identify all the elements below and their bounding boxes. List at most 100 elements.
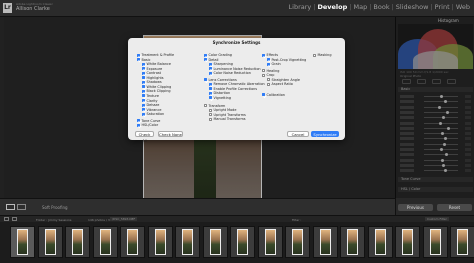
checkbox-straighten-angle[interactable]: Straighten Angle: [267, 78, 300, 82]
checkbox-box[interactable]: [142, 94, 145, 98]
module-map[interactable]: Map: [353, 3, 367, 11]
filmstrip-thumbnail[interactable]: [230, 226, 255, 258]
checkbox-box[interactable]: [209, 91, 212, 95]
filmstrip-thumbnail[interactable]: [367, 226, 393, 258]
checkbox-crop[interactable]: Crop: [262, 73, 274, 77]
filmstrip-thumbnail[interactable]: [37, 226, 63, 258]
checkbox-box[interactable]: [262, 53, 265, 57]
loupe-view-icon[interactable]: [6, 204, 15, 210]
checkbox-box[interactable]: [137, 119, 140, 123]
checkbox-luminance-noise-reduction[interactable]: Luminance Noise Reduction: [209, 67, 261, 71]
checkbox-box[interactable]: [204, 78, 207, 82]
checkbox-tone-curve[interactable]: Tone Curve: [137, 119, 160, 123]
filmstrip-thumbnail[interactable]: [10, 226, 35, 258]
checkbox-box[interactable]: [204, 58, 207, 62]
checkbox-clarity[interactable]: Clarity: [142, 99, 158, 103]
check-all-button[interactable]: Check All: [135, 131, 154, 143]
filmstrip-thumbnail[interactable]: [147, 226, 173, 258]
checkbox-post-crop-vignetting[interactable]: Post-Crop Vignetting: [267, 58, 306, 62]
checkbox-box[interactable]: [209, 113, 212, 117]
checkbox-box[interactable]: [209, 87, 212, 91]
checkbox-box[interactable]: [209, 82, 212, 86]
checkbox-hsl-color[interactable]: HSL/Color: [137, 123, 158, 127]
grid-icon[interactable]: [12, 217, 17, 221]
checkbox-box[interactable]: [142, 112, 145, 116]
checkbox-box[interactable]: [137, 53, 140, 57]
filmstrip-thumbnail[interactable]: [312, 226, 338, 258]
checkbox-treatment-profile[interactable]: Treatment & Profile: [137, 53, 174, 57]
checkbox-upright-mode[interactable]: Upright Mode: [209, 108, 236, 112]
module-develop[interactable]: Develop: [317, 3, 347, 11]
checkbox-box[interactable]: [313, 53, 316, 57]
checkbox-box[interactable]: [142, 67, 145, 71]
reset-button[interactable]: Reset: [437, 204, 472, 211]
checkbox-box[interactable]: [142, 89, 145, 93]
filmstrip-thumbnail[interactable]: [120, 226, 145, 258]
checkbox-box[interactable]: [142, 85, 145, 89]
checkbox-box[interactable]: [209, 62, 212, 66]
checkbox-box[interactable]: [142, 99, 145, 102]
checkbox-texture[interactable]: Texture: [142, 94, 159, 98]
checkbox-vibrance[interactable]: Vibrance: [142, 108, 161, 112]
checkbox-manual-transforms[interactable]: Manual Transforms: [209, 117, 246, 121]
checkbox-box[interactable]: [209, 117, 212, 121]
checkbox-detail[interactable]: Detail: [204, 58, 219, 62]
module-slideshow[interactable]: Slideshow: [396, 3, 429, 11]
checkbox-remove-chromatic-aberration[interactable]: Remove Chromatic Aberration: [209, 82, 265, 86]
checkbox-aspect-ratio[interactable]: Aspect Ratio: [267, 82, 293, 86]
checkbox-color-grading[interactable]: Color Grading: [204, 53, 232, 57]
checkbox-basic[interactable]: Basic: [137, 58, 150, 62]
checkbox-box[interactable]: [142, 103, 145, 107]
checkbox-distortion[interactable]: Distortion: [209, 91, 230, 95]
previous-button[interactable]: Previous: [398, 204, 433, 211]
checkbox-sharpening[interactable]: Sharpening: [209, 62, 233, 66]
checkbox-effects[interactable]: Effects: [262, 53, 278, 57]
checkbox-box[interactable]: [267, 62, 270, 66]
checkbox-box[interactable]: [204, 53, 207, 57]
checkbox-box[interactable]: [267, 78, 270, 82]
filmstrip-thumbnail[interactable]: [175, 226, 200, 258]
before-after-icon[interactable]: [17, 204, 26, 210]
checkbox-box[interactable]: [209, 71, 212, 75]
checkbox-box[interactable]: [262, 93, 265, 97]
checkbox-box[interactable]: [142, 108, 145, 112]
checkbox-box[interactable]: [137, 123, 140, 127]
checkbox-transform[interactable]: Transform: [204, 104, 225, 108]
checkbox-black-clipping[interactable]: Black Clipping: [142, 89, 171, 93]
check-none-button[interactable]: Check None: [158, 131, 183, 137]
module-book[interactable]: Book: [373, 3, 389, 11]
checkbox-color-noise-reduction[interactable]: Color Noise Reduction: [209, 71, 251, 75]
checkbox-box[interactable]: [137, 58, 140, 62]
checkbox-exposure[interactable]: Exposure: [142, 67, 162, 71]
checkbox-vignetting[interactable]: Vignetting: [209, 96, 231, 100]
checkbox-saturation[interactable]: Saturation: [142, 112, 164, 116]
filmstrip-thumbnail[interactable]: [257, 226, 283, 258]
checkbox-highlights[interactable]: Highlights: [142, 76, 164, 80]
checkbox-calibration[interactable]: Calibration: [262, 93, 285, 97]
checkbox-dehaze[interactable]: Dehaze: [142, 103, 159, 107]
module-library[interactable]: Library: [289, 3, 312, 11]
filmstrip-thumbnail[interactable]: [422, 226, 448, 258]
filmstrip-thumbnail[interactable]: [285, 226, 310, 258]
checkbox-box[interactable]: [209, 96, 212, 100]
checkbox-healing[interactable]: Healing: [262, 69, 279, 73]
checkbox-box[interactable]: [209, 67, 212, 71]
filmstrip-thumbnail[interactable]: [450, 226, 474, 258]
synchronize-button[interactable]: Synchronize: [311, 131, 339, 137]
filmstrip-thumbnail[interactable]: [395, 226, 420, 258]
checkbox-box[interactable]: [142, 62, 145, 66]
checkbox-white-balance[interactable]: White Balance: [142, 62, 171, 66]
filter-select[interactable]: Custom Filter: [425, 217, 449, 221]
second-window-icon[interactable]: [4, 217, 9, 221]
checkbox-box[interactable]: [209, 108, 212, 112]
checkbox-box[interactable]: [142, 71, 145, 75]
checkbox-box[interactable]: [142, 80, 145, 84]
checkbox-shadows[interactable]: Shadows: [142, 80, 162, 84]
checkbox-upright-transforms[interactable]: Upright Transforms: [209, 113, 246, 117]
checkbox-box[interactable]: [142, 76, 145, 80]
module-web[interactable]: Web: [456, 3, 470, 11]
filmstrip-thumbnail[interactable]: [340, 226, 365, 258]
soft-proofing-label[interactable]: Soft Proofing: [42, 205, 68, 210]
checkbox-grain[interactable]: Grain: [267, 62, 281, 66]
checkbox-box[interactable]: [267, 58, 270, 62]
